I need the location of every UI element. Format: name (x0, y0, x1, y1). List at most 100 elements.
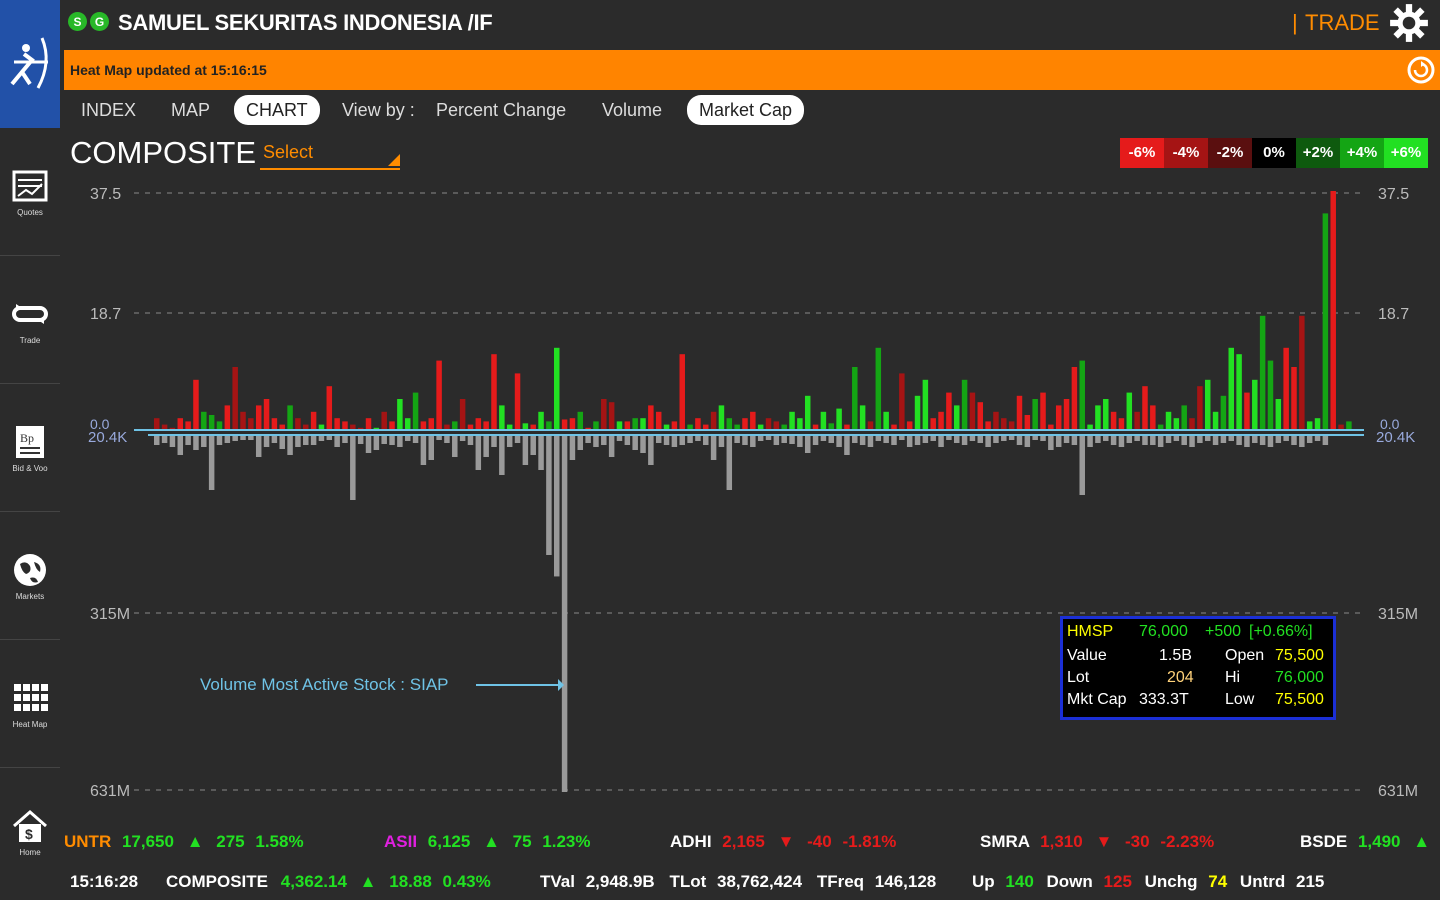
ticker-change: -40 (807, 832, 832, 851)
info-lot: 204 (1167, 669, 1194, 686)
lower-bar (1236, 435, 1242, 445)
sidebar-item-label: Markets (15, 592, 45, 601)
lower-bar (812, 435, 819, 445)
sidebar-item-markets[interactable]: Markets (0, 512, 60, 640)
lower-bar (1181, 435, 1187, 445)
upper-bar (938, 411, 944, 431)
info-hi-label: Hi (1225, 669, 1241, 686)
lower-bar (867, 435, 874, 447)
select-label: Select (263, 142, 314, 162)
lower-bar (852, 435, 858, 443)
ticker-percent: 1.23% (542, 832, 591, 851)
ticker-percent: -2.23% (1160, 832, 1215, 851)
sidebar-item-quotes[interactable]: Quotes (0, 128, 60, 256)
upper-bar (859, 405, 866, 431)
gear-icon[interactable] (1388, 2, 1430, 44)
composite-percent: 0.43% (442, 872, 491, 891)
lower-bar (742, 435, 748, 445)
upper-bar (852, 367, 858, 431)
ticker-code: SMRA (980, 832, 1030, 851)
lower-bar (1118, 435, 1125, 447)
y-tick-label: 631M (1378, 783, 1418, 800)
ticker-code: UNTR (64, 832, 112, 851)
upper-bar (883, 411, 889, 431)
lower-bar (208, 435, 215, 490)
ticker-item[interactable]: SMRA 1,310 ▼ -30 -2.23% (980, 832, 1214, 852)
lower-bar (601, 435, 607, 445)
svg-text:$: $ (25, 826, 33, 842)
viewby-volume[interactable]: Volume (590, 95, 674, 125)
upper-bar (287, 405, 293, 431)
lower-bar (679, 435, 685, 445)
lower-bar (350, 435, 356, 500)
info-low-label: Low (1225, 691, 1255, 708)
tab-index[interactable]: INDEX (69, 95, 148, 125)
lower-bar (334, 435, 340, 447)
lower-bar (522, 435, 529, 465)
lower-bar (726, 435, 733, 490)
lower-bar (263, 435, 270, 447)
tfreq-value: 146,128 (874, 872, 937, 891)
lower-bar (342, 435, 348, 443)
upper-bar (1252, 379, 1258, 431)
upper-bar (820, 411, 827, 431)
lower-bar (491, 435, 497, 447)
upper-bar (1228, 347, 1234, 431)
lower-bar (781, 435, 787, 443)
refresh-icon[interactable] (1406, 55, 1436, 85)
sidebar-item-trade[interactable]: Trade (0, 256, 60, 384)
lower-bar (655, 435, 662, 443)
tfreq-label: TFreq (816, 872, 865, 891)
info-change: +500 (1205, 623, 1242, 640)
legend-item: -4% (1164, 138, 1208, 168)
ticker-item[interactable]: ASII 6,125 ▲ 75 1.23% (384, 832, 591, 852)
sidebar-item-label: Home (19, 848, 41, 857)
ticker-item[interactable]: BSDE 1,490 ▲ (1300, 832, 1430, 852)
legend-item: +6% (1384, 138, 1428, 168)
legend-item: +2% (1296, 138, 1340, 168)
lower-bar (1142, 435, 1148, 445)
up-label: Up (972, 872, 995, 891)
upper-bar (1244, 392, 1250, 431)
sector-select[interactable]: Select (260, 142, 400, 170)
sidebar-item-bid-offer[interactable]: Bp Bid & Voo (0, 384, 60, 512)
upper-bar (1110, 411, 1117, 431)
heatmap-status-bar: Heat Map updated at 15:16:15 (64, 50, 1440, 90)
viewby-market-cap[interactable]: Market Cap (687, 95, 805, 125)
ticker-item[interactable]: UNTR 17,650 ▲ 275 1.58% (64, 832, 304, 852)
tab-map[interactable]: MAP (159, 95, 222, 125)
info-value-label: Value (1067, 647, 1107, 664)
sidebar-item-label: Heat Map (12, 720, 48, 729)
ticker-item[interactable]: ADHI 2,165 ▼ -40 -1.81% (670, 832, 896, 852)
viewby-percent-change[interactable]: Percent Change (424, 95, 578, 125)
lower-bar (1157, 435, 1164, 447)
lower-bar (154, 435, 160, 445)
info-percent: [+0.66%] (1249, 623, 1313, 640)
sidebar-item-home[interactable]: $ Home (0, 768, 60, 895)
upper-bar (1322, 213, 1329, 431)
y-tick-label: 315M (1378, 606, 1418, 623)
lower-bar (1079, 435, 1085, 495)
ticker-price: 2,165 (722, 832, 765, 851)
info-open-label: Open (1225, 647, 1265, 664)
legend-item: 0% (1252, 138, 1296, 168)
upper-bar (836, 408, 842, 431)
lower-bar (914, 435, 921, 445)
lower-bar (906, 435, 913, 447)
sidebar-item-heatmap[interactable]: Heat Map (0, 640, 60, 768)
tab-chart[interactable]: CHART (234, 95, 320, 125)
upper-bar (1204, 379, 1211, 431)
home-icon: $ (13, 810, 47, 842)
lower-bar (420, 435, 427, 465)
down-arrow-icon: ▼ (777, 832, 795, 851)
up-arrow-icon: ▲ (359, 872, 377, 891)
upper-bar (977, 402, 984, 431)
logo-tile[interactable] (0, 0, 60, 128)
upper-bar (946, 392, 952, 431)
lower-bar (514, 435, 521, 443)
down-arrow-icon: ▼ (1095, 832, 1113, 851)
lower-bar (1252, 435, 1258, 443)
dropdown-triangle-icon (388, 154, 400, 166)
lower-bar (1212, 435, 1219, 445)
trade-button[interactable]: TRADE (1305, 10, 1380, 36)
